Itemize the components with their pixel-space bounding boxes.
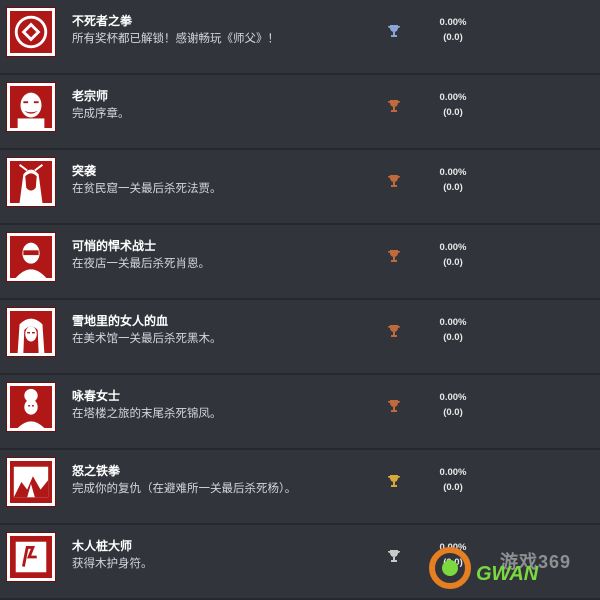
unlock-count: (0.0) [443, 257, 463, 268]
unlock-count: (0.0) [443, 482, 463, 493]
unlock-percent: 0.00% [439, 17, 467, 28]
unlock-percent: 0.00% [439, 317, 467, 328]
trophy-row[interactable]: 雪地里的女人的血 在美术馆一关最后杀死黑木。 0.00% (0.0) [0, 300, 600, 375]
trophy-description: 在美术馆一关最后杀死黑木。 [72, 333, 222, 345]
bronze-trophy-icon [388, 100, 400, 112]
unlock-percent: 0.00% [439, 92, 467, 103]
trophy-row[interactable]: 怒之铁拳 完成你的复仇（在避难所一关最后杀死杨）。 0.00% (0.0) [0, 450, 600, 525]
trophy-description: 在塔楼之旅的末尾杀死锦凤。 [72, 408, 222, 420]
trophy-image [6, 457, 56, 507]
trophy-title: 雪地里的女人的血 [72, 314, 169, 328]
unlock-count: (0.0) [443, 32, 463, 43]
sean-portrait-icon [10, 236, 52, 278]
bronze-trophy-icon [388, 175, 400, 187]
unlock-count: (0.0) [443, 107, 463, 118]
gold-trophy-icon [388, 475, 400, 487]
trophy-description: 完成你的复仇（在避难所一关最后杀死杨）。 [72, 483, 297, 495]
trophy-image [6, 7, 56, 57]
watermark-subtext: GWAN [476, 563, 539, 585]
unlock-percent: 0.00% [439, 242, 467, 253]
trophy-image [6, 307, 56, 357]
trophy-row[interactable]: 老宗师 完成序章。 0.00% (0.0) [0, 75, 600, 150]
trophy-row[interactable]: 可悄的悍术战士 在夜店一关最后杀死肖恩。 0.00% (0.0) [0, 225, 600, 300]
trophy-title: 木人桩大师 [72, 539, 133, 553]
unlock-count: (0.0) [443, 182, 463, 193]
silver-trophy-icon [388, 550, 400, 562]
old-master-portrait-icon [10, 86, 52, 128]
wooden-dummy-icon [10, 536, 52, 578]
trophy-row[interactable]: 突袭 在贫民窟一关最后杀死法贾。 0.00% (0.0) [0, 150, 600, 225]
trophy-description: 在贫民窟一关最后杀死法贾。 [72, 183, 222, 195]
bronze-trophy-icon [388, 400, 400, 412]
trophy-title: 不死者之拳 [72, 14, 133, 28]
trophy-image [6, 232, 56, 282]
trophy-title: 怒之铁拳 [72, 464, 121, 478]
platinum-trophy-icon [388, 25, 400, 37]
kuroki-portrait-icon [10, 311, 52, 353]
trophy-description: 获得木护身符。 [72, 558, 153, 570]
unlock-count: (0.0) [443, 332, 463, 343]
trophy-row[interactable]: 咏春女士 在塔楼之旅的末尾杀死锦凤。 0.00% (0.0) [0, 375, 600, 450]
trophy-row[interactable]: 不死者之拳 所有奖杯都已解锁！感谢畅玩《师父》！ 0.00% (0.0) [0, 0, 600, 75]
trophy-image [6, 382, 56, 432]
trophy-title: 突袭 [72, 164, 97, 178]
unlock-count: (0.0) [443, 407, 463, 418]
unlock-percent: 0.00% [439, 467, 467, 478]
trophy-description: 所有奖杯都已解锁！感谢畅玩《师父》！ [72, 33, 279, 45]
yang-portrait-icon [10, 461, 52, 503]
trophy-title: 咏春女士 [72, 389, 121, 403]
fajar-portrait-icon [10, 161, 52, 203]
trophy-description: 完成序章。 [72, 108, 130, 120]
unlock-percent: 0.00% [439, 392, 467, 403]
jinfeng-portrait-icon [10, 386, 52, 428]
bronze-trophy-icon [388, 325, 400, 337]
trophy-image [6, 532, 56, 582]
trophy-title: 可悄的悍术战士 [72, 239, 157, 253]
trophy-description: 在夜店一关最后杀死肖恩。 [72, 258, 210, 270]
seal-icon [10, 11, 52, 53]
trophy-title: 老宗师 [72, 89, 109, 103]
bronze-trophy-icon [388, 250, 400, 262]
trophy-image [6, 82, 56, 132]
unlock-percent: 0.00% [439, 167, 467, 178]
trophy-image [6, 157, 56, 207]
